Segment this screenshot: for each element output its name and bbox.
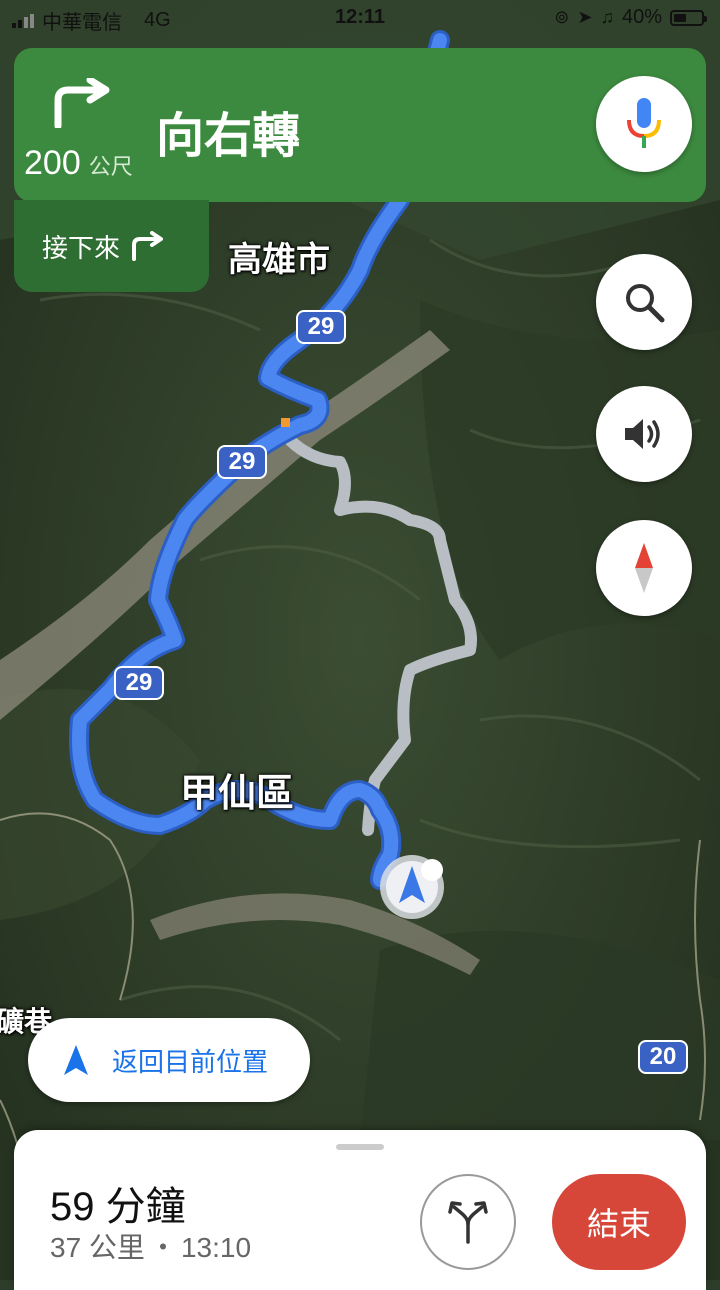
status-bar: 中華電信 4G 12:11 ⊚ ➤ ♫ 40% [0, 0, 720, 36]
maneuver-distance-value: 200 [24, 144, 81, 182]
battery-icon [670, 9, 707, 26]
voice-search-button[interactable] [596, 76, 692, 172]
headphones-icon: ♫ [600, 7, 614, 27]
road-shield-29: 29 [217, 445, 267, 479]
compass-icon [635, 543, 653, 593]
turn-right-arrow-icon [132, 231, 164, 261]
next-maneuver-banner[interactable]: 接下來 [14, 200, 209, 292]
road-shield-29: 29 [114, 666, 164, 700]
trip-separator: ・ [148, 1232, 177, 1263]
trip-duration: 59 分鐘 [50, 1185, 186, 1229]
turn-right-arrow-icon [54, 78, 110, 128]
trip-distance: 37 公里 [50, 1232, 145, 1263]
microphone-icon [627, 98, 661, 148]
maneuver-distance-unit: 公尺 [88, 154, 133, 179]
road-shield-20: 20 [638, 1040, 688, 1074]
location-arrow-icon: ➤ [577, 7, 593, 27]
search-along-route-button[interactable] [596, 254, 692, 350]
navigation-banner[interactable]: 200 公尺 向右轉 [14, 48, 706, 202]
end-navigation-button[interactable]: 結束 [552, 1174, 686, 1270]
recenter-button[interactable]: 返回目前位置 [28, 1018, 310, 1102]
search-icon [626, 284, 665, 323]
alternate-routes-icon [448, 1201, 488, 1244]
road-shield-29: 29 [296, 310, 346, 344]
maneuver-distance: 200 公尺 [24, 144, 133, 183]
sound-settings-button[interactable] [596, 386, 692, 482]
alternate-routes-button[interactable] [420, 1174, 516, 1270]
battery-percent: 40% [621, 6, 662, 28]
compass-button[interactable] [596, 520, 692, 616]
map-label-jiaxian: 甲仙區 [180, 771, 295, 815]
current-location-puck [380, 855, 444, 919]
sheet-drag-handle[interactable] [336, 1144, 384, 1150]
recenter-label: 返回目前位置 [112, 1047, 269, 1078]
maneuver-instruction: 向右轉 [156, 108, 301, 164]
map-label-kaohsiung: 高雄市 [228, 240, 330, 280]
speaker-icon [625, 419, 660, 449]
navigation-arrow-icon [64, 1045, 88, 1075]
arrival-time: 13:10 [180, 1232, 252, 1263]
trip-details: 37 公里・ 13:10 [50, 1226, 251, 1266]
screen-lock-icon: ⊚ [554, 7, 570, 27]
trip-summary-sheet[interactable]: 59 分鐘 37 公里・ 13:10 結束 [14, 1130, 706, 1290]
next-maneuver-label: 接下來 [42, 233, 121, 264]
